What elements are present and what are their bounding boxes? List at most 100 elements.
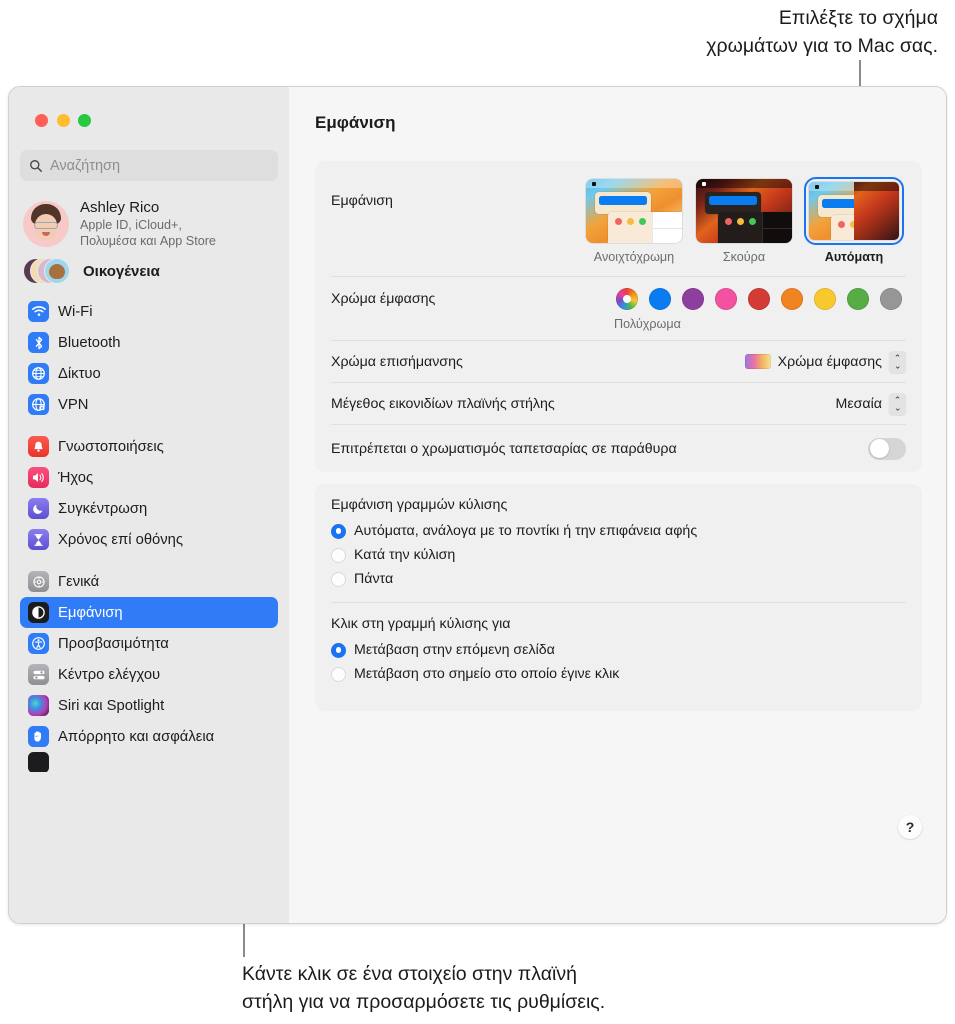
appearance-label-dark: Σκούρα [722,250,766,264]
sidebar-icon-size-label: Μέγεθος εικονιδίων πλαϊνής στήλης [331,395,555,412]
help-button[interactable]: ? [898,815,922,839]
sidebar-icon-size-popup[interactable]: Μεσαία ⌃ ⌃ [835,392,906,415]
sidebar-item-label: Siri και Spotlight [58,697,165,714]
sidebar-item-general[interactable]: Γενικά [20,566,278,597]
window-traffic-lights [20,87,278,127]
account-name: Ashley Rico [80,199,160,216]
account-subtitle-line1: Apple ID, iCloud+, [80,218,182,233]
search-placeholder: Αναζήτηση [50,157,121,174]
sidebar-item-accessibility[interactable]: Προσβασιμότητα [20,628,278,659]
accent-swatch-graphite[interactable] [880,288,902,310]
appearance-icon [28,602,49,624]
accent-swatch-green[interactable] [847,288,869,310]
show-scrollbars-title: Εμφάνιση γραμμών κύλισης [331,497,508,513]
sidebar-item-label: Γενικά [58,573,100,590]
close-button[interactable] [35,114,48,127]
sidebar-item-wifi[interactable]: Wi-Fi [20,296,278,327]
accent-swatch-purple[interactable] [682,288,704,310]
sidebar-item-label: VPN [58,396,89,413]
sidebar-nav: Wi-Fi Bluetooth Δίκτυο VPN Γνωστοποιήσει… [20,296,278,773]
globe-icon [28,363,49,385]
bell-icon [28,436,49,458]
sidebar-item-vpn[interactable]: VPN [20,389,278,420]
appearance-label-light: Ανοιχτόχρωμη [593,250,675,264]
click-scrollbar-section: Κλικ στη γραμμή κύλισης για Μετάβαση στη… [331,602,906,697]
appearance-options: Ανοιχτόχρωμη Σκούρα Αυτόματη [586,177,906,264]
account-row[interactable]: Ashley Rico Apple ID, iCloud+, Πολυμέσα … [20,198,278,249]
sidebar-item-label: Χρόνος επί οθόνης [58,531,184,548]
appearance-thumbnail-auto [809,182,899,240]
appearance-label-auto: Αυτόματη [824,250,884,264]
appearance-thumbnail-light [586,179,682,243]
sidebar-group-system: Γνωστοποιήσεις Ήχος Συγκέντρωση Χρόνος ε… [20,431,278,555]
appearance-option-auto[interactable]: Αυτόματη [804,177,904,264]
sidebar-item-network[interactable]: Δίκτυο [20,358,278,389]
radio-label: Κατά την κύλιση [354,547,456,563]
sidebar-item-family[interactable]: Οικογένεια [20,258,278,285]
sidebar-item-bluetooth[interactable]: Bluetooth [20,327,278,358]
sidebar-item-appearance[interactable]: Εμφάνιση [20,597,278,629]
appearance-option-dark[interactable]: Σκούρα [696,179,792,264]
desktop-dock-icon [28,752,49,773]
radio-indicator [331,666,346,682]
sidebar-item-screen-time[interactable]: Χρόνος επί οθόνης [20,524,278,555]
accent-swatch-red[interactable] [748,288,770,310]
highlight-color-label: Χρώμα επισήμανσης [331,353,463,370]
accent-swatch-multicolor[interactable] [616,288,638,310]
radio-label: Μετάβαση στο σημείο στο οποίο έγινε κλικ [354,666,620,682]
radio-show-scrollbars-when-scrolling[interactable]: Κατά την κύλιση [331,543,906,567]
sidebar-item-notifications[interactable]: Γνωστοποιήσεις [20,431,278,462]
appearance-selection-ring [804,177,904,245]
sidebar-item-label: Ήχος [58,469,94,486]
search-icon [30,159,42,172]
radio-show-scrollbars-always[interactable]: Πάντα [331,567,906,591]
sidebar-item-label: Προσβασιμότητα [58,635,169,652]
avatar [23,200,69,247]
appearance-row-label: Εμφάνιση [331,193,393,209]
control-center-icon [28,664,49,686]
sidebar-item-sound[interactable]: Ήχος [20,462,278,493]
family-avatars-icon [23,258,71,285]
wifi-icon [28,301,49,323]
radio-click-jump-next-page[interactable]: Μετάβαση στην επόμενη σελίδα [331,638,906,662]
radio-show-scrollbars-auto[interactable]: Αυτόματα, ανάλογα με το ποντίκι ή την επ… [331,519,906,543]
hourglass-icon [28,529,49,551]
accent-swatch-orange[interactable] [781,288,803,310]
accent-swatch-yellow[interactable] [814,288,836,310]
sidebar-group-appearance: Γενικά Εμφάνιση Προσβασιμότητα Κέντρο ελ… [20,566,278,773]
sidebar-item-label: Δίκτυο [58,365,101,382]
sidebar-item-siri-spotlight[interactable]: Siri και Spotlight [20,690,278,721]
sidebar-icon-size-value: Μεσαία [835,395,882,412]
show-scrollbars-section: Εμφάνιση γραμμών κύλισης Αυτόματα, ανάλο… [331,484,906,602]
sidebar-item-control-center[interactable]: Κέντρο ελέγχου [20,659,278,690]
wallpaper-tinting-toggle[interactable] [868,437,906,460]
minimize-button[interactable] [56,114,70,127]
sidebar-item-label: Συγκέντρωση [58,500,148,517]
account-subtitle-line2: Πολυμέσα και App Store [80,234,216,249]
wallpaper-tinting-label: Επιτρέπεται ο χρωματισμός ταπετσαρίας σε… [331,440,677,457]
highlight-color-value: Χρώμα έμφασης [777,353,882,370]
sidebar-item-partially-visible[interactable] [20,752,278,773]
sidebar-item-focus[interactable]: Συγκέντρωση [20,493,278,524]
chevron-updown-icon: ⌃ ⌃ [889,392,906,415]
sidebar-item-privacy-security[interactable]: Απόρρητο και ασφάλεια [20,721,278,752]
zoom-button[interactable] [78,114,91,127]
radio-label: Πάντα [354,571,394,587]
content-pane: Εμφάνιση Εμφάνιση Ανοιχτόχρωμη Σκούρα Αυ… [289,87,946,923]
search-field[interactable]: Αναζήτηση [20,150,278,181]
accent-swatch-blue[interactable] [649,288,671,310]
accessibility-icon [28,633,49,655]
appearance-settings-card: Εμφάνιση Ανοιχτόχρωμη Σκούρα Αυτόματη Χρ… [315,161,922,472]
accent-swatch-pink[interactable] [715,288,737,310]
accent-color-swatches [616,288,906,310]
sidebar-group-network: Wi-Fi Bluetooth Δίκτυο VPN [20,296,278,420]
accent-color-row: Χρώμα έμφασης Πολύχρωμα [331,276,906,340]
scrollbar-settings-card: Εμφάνιση γραμμών κύλισης Αυτόματα, ανάλο… [315,484,922,711]
siri-icon [28,695,49,717]
radio-click-jump-to-spot[interactable]: Μετάβαση στο σημείο στο οποίο έγινε κλικ [331,662,906,686]
sidebar-item-label: Γνωστοποιήσεις [58,438,164,455]
sidebar: Αναζήτηση Ashley Rico Apple ID, iCloud+,… [9,87,289,923]
appearance-option-light[interactable]: Ανοιχτόχρωμη [586,179,682,264]
system-settings-window: Αναζήτηση Ashley Rico Apple ID, iCloud+,… [8,86,947,924]
highlight-color-popup[interactable]: Χρώμα έμφασης ⌃ ⌃ [744,350,906,373]
